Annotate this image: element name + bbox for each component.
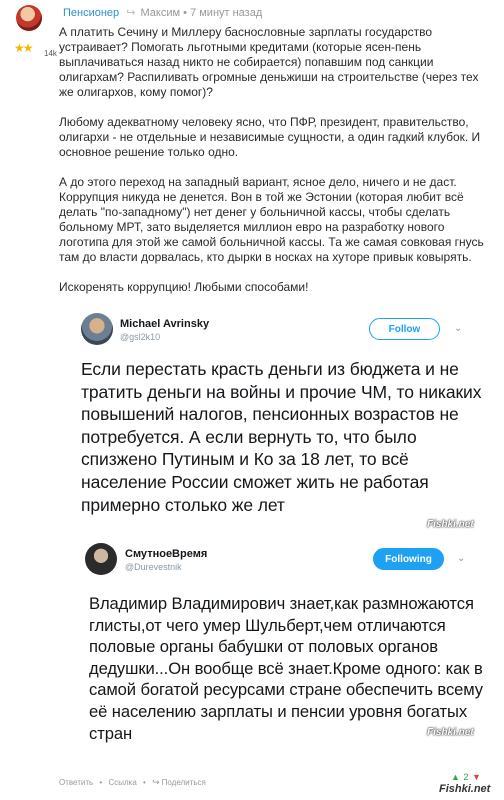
- tweet-avatar[interactable]: [85, 543, 117, 575]
- comment-paragraph: А платить Сечину и Миллеру баснословные …: [59, 25, 479, 99]
- thumbs-down-icon[interactable]: ▼: [472, 772, 481, 782]
- comment-body: А платить Сечину и Миллеру баснословные …: [59, 25, 495, 310]
- permalink[interactable]: Ссылка: [108, 778, 136, 787]
- chevron-down-icon[interactable]: ⌄: [457, 553, 465, 564]
- site-logo: Fishki.net: [439, 783, 491, 795]
- tweet-author-name[interactable]: Michael Avrinsky: [120, 318, 209, 330]
- tweet-text: Если перестать красть деньги из бюджета …: [81, 359, 482, 515]
- watermark: Fishki.net: [427, 519, 474, 530]
- comment-paragraph: Любому адекватному человеку ясно, что ПФ…: [59, 115, 481, 159]
- reply-arrow-icon: ↪: [126, 7, 136, 19]
- share-link[interactable]: Поделиться: [162, 778, 206, 787]
- tweet-text: Владимир Владимирович знает,как размножа…: [89, 594, 483, 743]
- comment-paragraph: Искоренять коррупцию! Любыми способами!: [59, 280, 309, 294]
- comment-time: 7 минут назад: [190, 7, 263, 19]
- reply-to-user[interactable]: Максим: [141, 7, 181, 19]
- follow-button[interactable]: Follow: [369, 318, 440, 340]
- tweet-avatar[interactable]: [81, 313, 113, 345]
- share-icon: ↪: [152, 777, 160, 787]
- author-link[interactable]: Пенсионер: [63, 7, 119, 19]
- comment-paragraph: А до этого переход на западный вариант, …: [59, 175, 484, 264]
- comment-actions: Ответить • Ссылка • ↪ Поделиться: [59, 777, 206, 787]
- avatar[interactable]: [16, 5, 42, 31]
- rank-stars-icon: ★★: [14, 41, 33, 55]
- tweet-embed: Michael Avrinsky @gsl2k10 Follow ⌄ Если …: [59, 307, 496, 535]
- comment-meta: Пенсионер ↪ Максим • 7 минут назад: [63, 7, 263, 19]
- watermark: Fishki.net: [427, 727, 474, 738]
- vote-widget: ▲ 2 ▼: [451, 772, 481, 782]
- tweet-embed: СмутноеВремя @Durevestnik Following ⌄ Вл…: [59, 532, 496, 744]
- tweet-author-name[interactable]: СмутноеВремя: [125, 548, 207, 560]
- reply-link[interactable]: Ответить: [59, 778, 93, 787]
- karma-value: 14k: [44, 49, 57, 58]
- chevron-down-icon[interactable]: ⌄: [454, 323, 462, 334]
- following-button[interactable]: Following: [373, 548, 444, 570]
- tweet-author-handle[interactable]: @gsl2k10: [120, 332, 160, 342]
- thumbs-up-icon[interactable]: ▲: [451, 772, 460, 782]
- tweet-author-handle[interactable]: @Durevestnik: [125, 562, 182, 572]
- vote-count: 2: [463, 772, 469, 782]
